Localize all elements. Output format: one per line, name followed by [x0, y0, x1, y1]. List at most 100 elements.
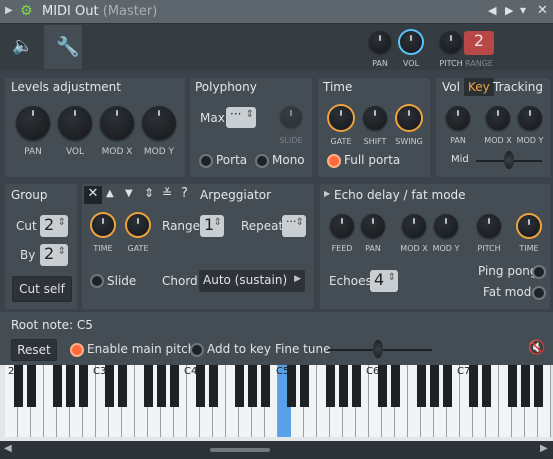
echoes-value[interactable]: 4 [370, 270, 398, 292]
mono-radio[interactable] [255, 154, 269, 168]
close-icon[interactable]: ✕ [537, 3, 548, 18]
max-polyphony-field[interactable]: ··· [226, 107, 256, 128]
slide-knob[interactable] [280, 106, 302, 128]
arp-up-icon[interactable]: ▲ [106, 188, 114, 199]
black-key[interactable] [79, 365, 88, 407]
ping-pong-radio[interactable] [532, 265, 546, 279]
echo-mody-knob[interactable] [434, 214, 458, 238]
black-key[interactable] [118, 365, 127, 407]
echo-pan-knob[interactable] [361, 214, 385, 238]
tracking-vol-tab[interactable]: Vol [442, 80, 460, 94]
black-key[interactable] [534, 365, 543, 407]
polyphony-title: Polyphony [195, 80, 257, 94]
reset-button[interactable]: Reset [11, 339, 57, 361]
echo-feed-knob[interactable] [330, 214, 354, 238]
black-key[interactable] [508, 365, 517, 407]
black-key[interactable] [443, 365, 452, 407]
time-swing-knob[interactable] [397, 106, 421, 130]
pan-knob[interactable] [369, 31, 391, 53]
scroll-right-icon[interactable]: ▶ [540, 443, 548, 454]
levels-modx-knob[interactable] [100, 106, 134, 140]
black-key[interactable] [339, 365, 348, 407]
cut-self-button[interactable]: Cut self [12, 276, 72, 302]
tab-sound[interactable]: 🔈 [4, 25, 42, 69]
tracking-key-tab[interactable]: Key [464, 78, 494, 96]
echo-time-label: TIME [519, 244, 539, 253]
black-key[interactable] [430, 365, 439, 407]
arp-range-value[interactable]: 1 [200, 215, 224, 237]
black-key[interactable] [261, 365, 270, 407]
echo-modx-knob[interactable] [402, 214, 426, 238]
tracking-mody-knob[interactable] [518, 106, 542, 130]
minimize-icon[interactable]: ▾ [520, 3, 526, 17]
black-key[interactable] [326, 365, 335, 407]
arp-repeat-value[interactable]: ··· [282, 215, 306, 237]
vol-label: VOL [402, 59, 420, 68]
time-gate-knob[interactable] [329, 106, 353, 130]
echo-modx-label: MOD X [400, 244, 428, 253]
arp-gate-knob[interactable] [127, 214, 149, 236]
echo-pitch-label: PITCH [477, 244, 501, 253]
fine-tune-thumb[interactable] [373, 340, 383, 358]
arp-down-icon[interactable]: ▼ [125, 188, 133, 199]
mute-icon[interactable]: 🔇 [528, 340, 545, 356]
black-key[interactable] [170, 365, 179, 407]
cut-value[interactable]: 2 [40, 215, 68, 237]
arp-random-icon[interactable]: ? [181, 186, 188, 201]
black-key[interactable] [417, 365, 426, 407]
plugin-gear-icon[interactable]: ⚙ [20, 3, 33, 19]
arp-time-knob[interactable] [92, 214, 114, 236]
range-value[interactable]: 2 [464, 31, 494, 55]
keyboard-scrollbar[interactable]: ◀ ▶ [0, 441, 553, 459]
black-key[interactable] [300, 365, 309, 407]
levels-pan-knob[interactable] [16, 106, 50, 140]
pitch-knob[interactable] [440, 31, 462, 53]
echo-expand-icon[interactable]: ▶ [324, 189, 330, 198]
scroll-left-icon[interactable]: ◀ [4, 443, 12, 454]
slide-label: SLIDE [279, 136, 303, 145]
porta-radio[interactable] [199, 154, 213, 168]
black-key[interactable] [66, 365, 75, 407]
time-shift-knob[interactable] [363, 106, 387, 130]
menu-arrow-icon[interactable]: ▶ [5, 5, 13, 16]
black-key[interactable] [248, 365, 257, 407]
echo-time-knob[interactable] [518, 215, 540, 237]
echo-pitch-knob[interactable] [477, 214, 501, 238]
black-key[interactable] [53, 365, 62, 407]
full-porta-label: Full porta [344, 153, 401, 167]
black-key[interactable] [144, 365, 153, 407]
black-key[interactable] [235, 365, 244, 407]
black-key[interactable] [14, 365, 23, 407]
black-key[interactable] [209, 365, 218, 407]
levels-vol-knob[interactable] [58, 106, 92, 140]
arp-gate-label: GATE [127, 244, 149, 253]
time-shift-label: SHIFT [363, 137, 387, 146]
levels-mody-knob[interactable] [142, 106, 176, 140]
black-key[interactable] [352, 365, 361, 407]
black-key[interactable] [27, 365, 36, 407]
mid-slider-thumb[interactable] [504, 151, 514, 169]
arp-slide-radio[interactable] [90, 274, 104, 288]
scrollbar-thumb[interactable] [210, 448, 270, 452]
arp-off-icon[interactable]: ✕ [84, 186, 102, 204]
vol-knob[interactable] [400, 31, 422, 53]
black-key[interactable] [391, 365, 400, 407]
tracking-modx-knob[interactable] [486, 106, 510, 130]
echoes-label: Echoes [329, 274, 372, 288]
full-porta-radio[interactable] [327, 154, 341, 168]
arp-sticky-icon[interactable]: ≚ [162, 186, 172, 200]
arp-updown-icon[interactable]: ⇕ [144, 186, 154, 200]
chord-dropdown[interactable]: Auto (sustain) ▶ [199, 270, 305, 292]
black-key[interactable] [157, 365, 166, 407]
black-key[interactable] [521, 365, 530, 407]
add-to-key-radio[interactable] [190, 343, 204, 357]
black-key[interactable] [482, 365, 491, 407]
next-preset-icon[interactable]: ▶ [505, 4, 513, 17]
prev-preset-icon[interactable]: ◀ [488, 4, 496, 17]
enable-main-pitch-radio[interactable] [70, 343, 84, 357]
tab-misc[interactable]: 🔧 [44, 25, 82, 69]
time-gate-label: GATE [330, 137, 352, 146]
by-value[interactable]: 2 [40, 244, 68, 266]
fat-mode-radio[interactable] [532, 286, 546, 300]
tracking-pan-knob[interactable] [446, 106, 470, 130]
